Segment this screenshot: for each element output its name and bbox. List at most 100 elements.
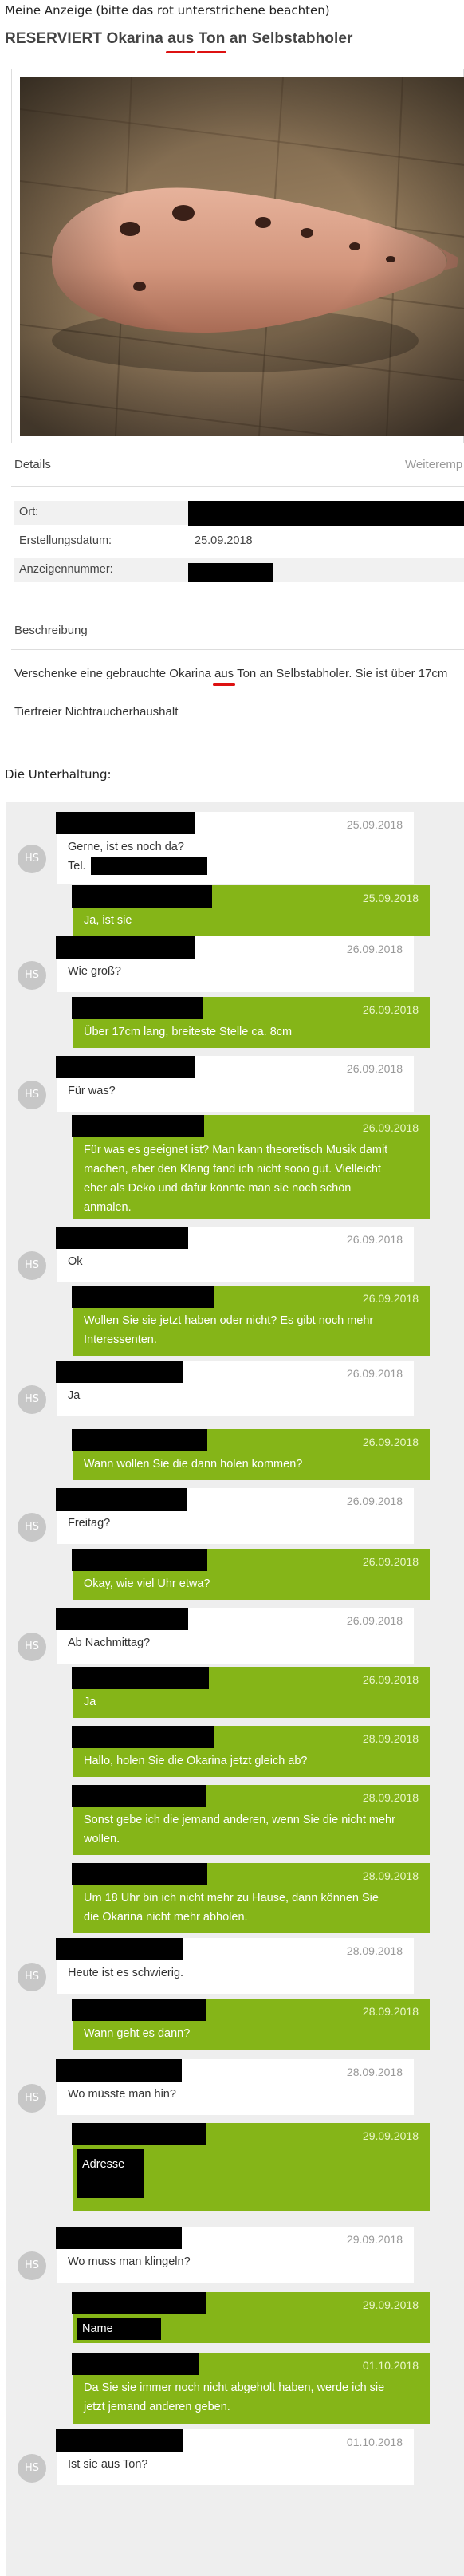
message-text: Ja [68,1386,403,1405]
message-date: 26.09.2018 [346,1614,403,1627]
divider [11,649,464,650]
message-line: Wollen Sie sie jetzt haben oder nicht? E… [84,1314,374,1327]
message-date: 28.09.2018 [346,2066,403,2078]
ad-number-redaction [188,563,273,582]
sender-name-redaction [56,2059,182,2082]
message-text: Ab Nachmittag? [68,1633,403,1652]
message-line: Wo müsste man hin? [68,2088,176,2101]
message-line: anmalen. [84,1201,132,1214]
message-text: Okay, wie viel Uhr etwa? [84,1574,419,1593]
message-text: Ja [84,1692,419,1711]
sender-name-redaction [56,1056,195,1078]
message-line: Hallo, holen Sie die Okarina jetzt gleic… [84,1755,308,1767]
outgoing-message: 28.09.2018 Hallo, holen Sie die Okarina j… [72,1726,430,1777]
message-date: 25.09.2018 [362,892,419,904]
message-text: Wann wollen Sie die dann holen kommen? [84,1455,419,1474]
listing-photo-frame[interactable] [11,69,464,443]
incoming-message: 26.09.2018 Freitag? [56,1488,414,1544]
message-date: 28.09.2018 [346,1944,403,1957]
sender-name-redaction [72,997,203,1019]
sender-avatar: HS [18,2084,46,2113]
message-text: Über 17cm lang, breiteste Stelle ca. 8cm [84,1022,419,1042]
message-text: Wann geht es dann? [84,2024,419,2043]
conversation-panel[interactable]: 25.09.2018 Gerne, ist es noch da? Tel. HS 25… [6,802,464,2576]
message-line: Für was? [68,1085,116,1097]
message-line: wollen. [84,1833,120,1845]
ad-number-label: Anzeigennummer: [19,563,113,576]
message-line: machen, aber den Klang fand ich nicht so… [84,1163,381,1176]
message-date: 29.09.2018 [346,2233,403,2246]
outgoing-message: 25.09.2018 Ja, ist sie [72,885,430,936]
sender-avatar: HS [18,961,46,990]
outgoing-message: 29.09.2018 Adresse [72,2123,430,2211]
message-date: 26.09.2018 [362,1436,419,1448]
sender-name-redaction [72,1286,214,1308]
message-line: Wie groß? [68,965,121,978]
sender-name-redaction [56,936,195,959]
outgoing-message: 26.09.2018 Über 17cm lang, breiteste Stel… [72,997,430,1048]
message-line: die Okarina nicht mehr abholen. [84,1911,248,1924]
message-line: Um 18 Uhr bin ich nicht mehr zu Hause, d… [84,1892,379,1904]
sender-name-redaction [72,2292,206,2314]
message-date: 28.09.2018 [362,1732,419,1745]
ocarina-photo [20,77,464,436]
message-line: eher als Deko und dafür könnte man sie n… [84,1182,352,1195]
details-heading: Details [14,458,51,471]
message-text: Da Sie sie immer noch nicht abgeholt hab… [84,2378,419,2416]
weiterempfehlen-link[interactable]: Weiteremp [405,458,462,471]
message-date: 26.09.2018 [346,1367,403,1380]
incoming-message: 26.09.2018 Wie groß? [56,936,414,992]
sender-name-redaction [72,1429,207,1451]
message-line: Heute ist es schwierig. [68,1967,184,1979]
incoming-message: 26.09.2018 Ok [56,1227,414,1282]
sender-name-redaction [56,1227,188,1249]
incoming-message: 29.09.2018 Wo muss man klingeln? [56,2227,414,2283]
sender-name-redaction [72,2353,199,2375]
incoming-message: 26.09.2018 Ab Nachmittag? [56,1608,414,1664]
message-line: Okay, wie viel Uhr etwa? [84,1578,210,1590]
message-text: Gerne, ist es noch da? Tel. [68,837,403,876]
message-text: Ist sie aus Ton? [68,2455,403,2474]
desc-underlined-aus: aus [212,667,236,686]
message-line: Ok [68,1255,83,1268]
desc-prefix: Verschenke eine gebrauchte Okarina [14,667,214,680]
description-text: Verschenke eine gebrauchte Okarina aus T… [14,667,447,686]
message-date: 01.10.2018 [362,2359,419,2372]
outgoing-message: 01.10.2018 Da Sie sie immer noch nicht ab… [72,2353,430,2424]
message-line: Tel. [68,857,403,876]
message-text: Hallo, holen Sie die Okarina jetzt gleic… [84,1751,419,1771]
message-line: Ist sie aus Ton? [68,2458,148,2471]
outgoing-message: 28.09.2018 Sonst gebe ich die jemand ande… [72,1785,430,1855]
sender-name-redaction [56,2429,183,2452]
creation-date-label: Erstellungsdatum: [19,534,112,547]
incoming-message: 28.09.2018 Wo müsste man hin? [56,2059,414,2115]
outgoing-message: 26.09.2018 Ja [72,1667,430,1718]
message-date: 26.09.2018 [362,1003,419,1016]
incoming-message: 01.10.2018 Ist sie aus Ton? [56,2429,414,2485]
message-line: Ja, ist sie [84,914,132,927]
message-text: Um 18 Uhr bin ich nicht mehr zu Hause, d… [84,1889,419,1927]
message-text: Heute ist es schwierig. [68,1964,403,1983]
location-label: Ort: [19,506,39,518]
message-text: Für was es geeignet ist? Man kann theore… [84,1140,419,1217]
outgoing-message: 26.09.2018 Wann wollen Sie die dann holen… [72,1429,430,1480]
message-line: Ja [68,1389,81,1402]
message-line: Da Sie sie immer noch nicht abgeholt hab… [84,2381,385,2394]
sender-name-redaction [56,1361,183,1383]
phone-redaction [90,857,207,876]
description-heading: Beschreibung [14,624,88,637]
message-text: Adresse [77,2149,419,2198]
message-date: 01.10.2018 [346,2436,403,2448]
message-date: 25.09.2018 [346,818,403,831]
name-redaction: Name [77,2318,161,2340]
message-date: 26.09.2018 [346,1495,403,1507]
page-caption: Meine Anzeige (bitte das rot unterstrich… [5,3,330,18]
message-date: 26.09.2018 [362,1555,419,1568]
incoming-message: 26.09.2018 Für was? [56,1056,414,1112]
message-text: Name [77,2318,419,2340]
message-line: Ab Nachmittag? [68,1637,151,1649]
message-line: Gerne, ist es noch da? [68,841,184,853]
sender-name-redaction [56,1938,183,1960]
sender-name-redaction [56,812,195,834]
message-date: 26.09.2018 [346,1062,403,1075]
